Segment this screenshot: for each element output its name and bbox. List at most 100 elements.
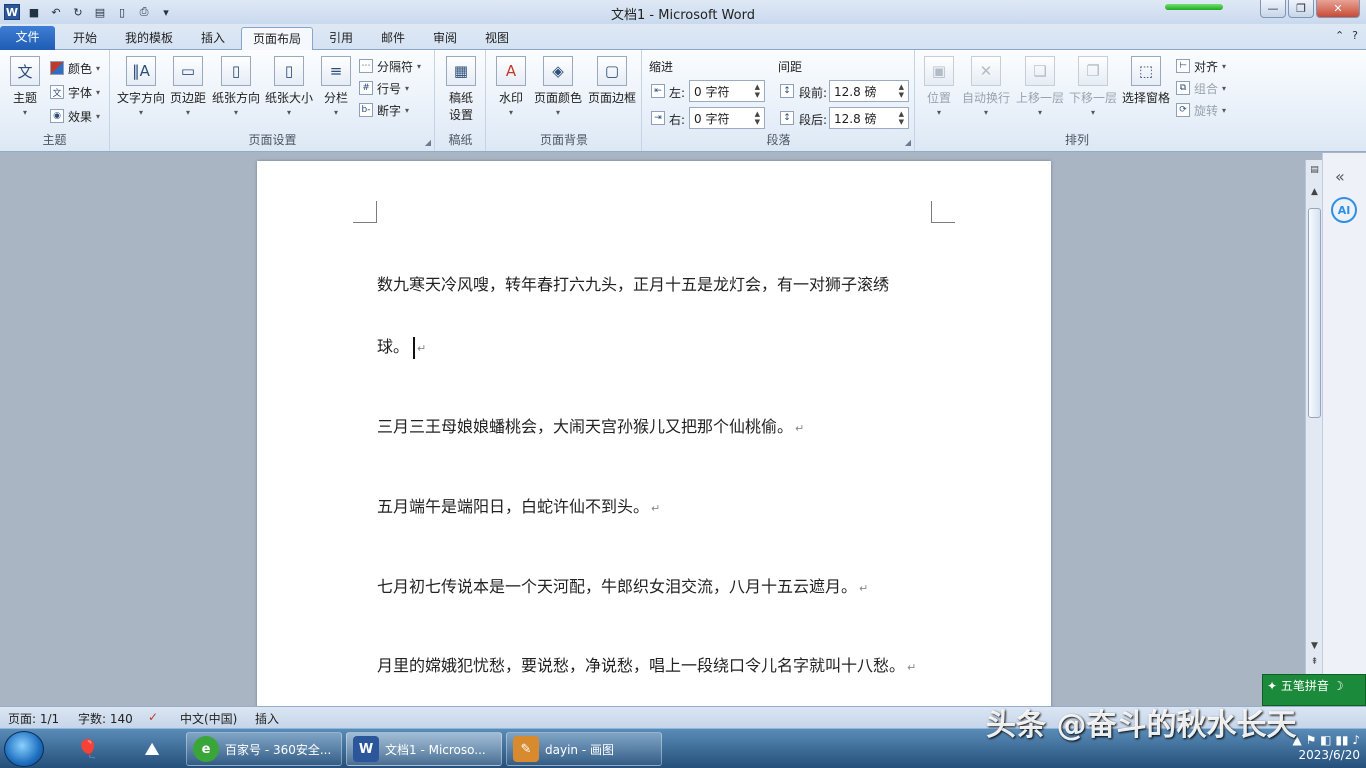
pinned-app-icon[interactable]: 🎈 xyxy=(64,733,112,765)
indent-left-label: 左: xyxy=(669,86,686,100)
scroll-thumb[interactable] xyxy=(1308,208,1321,418)
send-backward-button[interactable]: ❐ 下移一层 ▾ xyxy=(1067,56,1119,117)
indent-label: 缩进 xyxy=(649,60,674,74)
group-label: 页面设置 xyxy=(248,133,297,147)
scroll-up-icon[interactable]: ▲ xyxy=(1307,184,1322,200)
align-icon: ⊢ xyxy=(1176,59,1190,73)
dialog-launcher-icon[interactable]: ◢ xyxy=(905,138,911,147)
margins-icon: ▭ xyxy=(173,56,203,86)
dialog-launcher-icon[interactable]: ◢ xyxy=(425,138,431,147)
start-button[interactable] xyxy=(4,731,44,767)
scroll-down-icon[interactable]: ▼ xyxy=(1307,638,1322,654)
group-page-background: A 水印 ▾ ◈ 页面颜色 ▾ ▢ 页面边框 页面背景 xyxy=(487,50,642,151)
tab-my-templates[interactable]: 我的模板 xyxy=(114,27,184,50)
tab-file[interactable]: 文件 xyxy=(0,26,55,50)
paragraph[interactable]: 五月端午是端阳日，白蛇许仙不到头。 ↵ xyxy=(377,493,660,517)
taskbar-item[interactable]: ✎ dayin - 画图 xyxy=(506,732,662,766)
group-label: 稿纸 xyxy=(448,133,473,147)
vertical-scrollbar[interactable]: ▤ ▲ ▼ ⇞ ● ⇟ xyxy=(1305,160,1322,706)
themes-button[interactable]: 文 主题 ▾ xyxy=(6,56,44,117)
tab-references[interactable]: 引用 xyxy=(320,27,362,50)
spinner-icon[interactable]: ▲ ▼ xyxy=(899,110,904,126)
taskbar-item[interactable]: e 百家号 - 360安全... xyxy=(186,732,342,766)
position-icon: ▣ xyxy=(924,56,954,86)
tab-review[interactable]: 审阅 xyxy=(424,27,466,50)
align-button[interactable]: ⊢ 对齐 ▾ xyxy=(1176,56,1226,76)
columns-button[interactable]: ≡ 分栏 ▾ xyxy=(319,56,353,117)
rotate-button[interactable]: ⟳ 旋转 ▾ xyxy=(1176,100,1226,120)
paragraph-mark-icon: ↵ xyxy=(417,342,427,355)
tab-mailings[interactable]: 邮件 xyxy=(372,27,414,50)
tab-insert[interactable]: 插入 xyxy=(192,27,234,50)
ribbon: 文 主题 ▾ 颜色 ▾ 文 字体 ▾ ◉ 效果 ▾ 主题 ‖A 文字方向 ▾ ▭ 页边距… xyxy=(0,50,1366,152)
spinner-icon[interactable]: ▲ ▼ xyxy=(899,83,904,99)
hyphenation-button[interactable]: b- 断字 ▾ xyxy=(359,100,409,120)
wrap-text-button[interactable]: ✕ 自动换行 ▾ xyxy=(960,56,1012,117)
paragraph[interactable]: 月里的嫦娥犯忧愁，要说愁，净说愁，唱上一段绕口令儿名字就叫十八愁。 ↵ xyxy=(377,652,916,676)
close-button[interactable]: ✕ xyxy=(1316,0,1360,18)
line-numbers-button[interactable]: # 行号 ▾ xyxy=(359,78,409,98)
bring-forward-button[interactable]: ❏ 上移一层 ▾ xyxy=(1014,56,1066,117)
paragraph[interactable]: 球。 ↵ xyxy=(377,333,426,359)
ribbon-tabs: 文件 开始 我的模板 插入 页面布局 引用 邮件 审阅 视图 ⌃ ? xyxy=(0,24,1366,50)
position-button[interactable]: ▣ 位置 ▾ xyxy=(922,56,956,117)
page-count[interactable]: 页面: 1/1 xyxy=(8,710,59,727)
spacing-after-field[interactable]: 12.8 磅 ▲ ▼ xyxy=(829,107,909,129)
paragraph[interactable]: 七月初七传说本是一个天河配，牛郎织女泪交流，八月十五云遮月。 ↵ xyxy=(377,573,868,597)
signal-indicator xyxy=(1165,4,1223,10)
text-direction-button[interactable]: ‖A 文字方向 ▾ xyxy=(115,56,167,117)
ai-assistant-icon[interactable]: AI xyxy=(1331,197,1357,223)
indent-right-icon: ⇥ xyxy=(651,111,665,125)
page-borders-button[interactable]: ▢ 页面边框 xyxy=(586,56,638,106)
manuscript-settings-button[interactable]: ▦ 稿纸 设置 xyxy=(444,56,478,123)
spacing-label: 间距 xyxy=(778,60,803,74)
spinner-icon[interactable]: ▲ ▼ xyxy=(755,83,760,99)
indent-left-icon: ⇤ xyxy=(651,84,665,98)
collapse-panel-icon[interactable]: « xyxy=(1335,167,1345,186)
document-page[interactable]: 数九寒天冷风嗖，转年春打六九头，正月十五是龙灯会，有一对狮子滚绣 球。 ↵ 三月三… xyxy=(257,161,1051,706)
pinned-app-icon[interactable]: ⛰ xyxy=(128,733,176,765)
system-tray[interactable]: ▲ ⚑ ◧ ▮▮ ♪ 2023/6/20 xyxy=(1293,733,1360,763)
restore-button[interactable]: ❐ xyxy=(1288,0,1314,18)
fonts-icon: 文 xyxy=(50,85,64,99)
page-borders-icon: ▢ xyxy=(597,56,627,86)
tab-page-layout[interactable]: 页面布局 xyxy=(241,27,313,50)
theme-colors-button[interactable]: 颜色 ▾ xyxy=(50,58,100,78)
page-color-button[interactable]: ◈ 页面颜色 ▾ xyxy=(533,56,583,117)
spacing-before-field[interactable]: 12.8 磅 ▲ ▼ xyxy=(829,80,909,102)
orientation-button[interactable]: ▯ 纸张方向 ▾ xyxy=(211,56,261,117)
indent-left-field[interactable]: 0 字符 ▲ ▼ xyxy=(689,80,765,102)
minimize-ribbon-icon[interactable]: ⌃ xyxy=(1335,29,1344,42)
proofing-icon[interactable]: ✓ xyxy=(148,710,158,724)
watermark-icon: A xyxy=(496,56,526,86)
watermark-button[interactable]: A 水印 ▾ xyxy=(493,56,529,117)
spinner-icon[interactable]: ▲ ▼ xyxy=(755,110,760,126)
paragraph[interactable]: 三月三王母娘娘蟠桃会，大闹天宫孙猴儿又把那个仙桃偷。 ↵ xyxy=(377,413,804,437)
group-label: 段落 xyxy=(766,133,791,147)
tab-home[interactable]: 开始 xyxy=(62,27,108,50)
crop-mark-top-right xyxy=(931,201,955,223)
help-icon[interactable]: ? xyxy=(1352,29,1358,42)
group-objects-button[interactable]: ⧉ 组合 ▾ xyxy=(1176,78,1226,98)
text-cursor xyxy=(413,336,416,359)
word-count[interactable]: 字数: 140 xyxy=(78,710,133,727)
insert-mode[interactable]: 插入 xyxy=(255,710,279,727)
language[interactable]: 中文(中国) xyxy=(180,710,237,727)
theme-effects-button[interactable]: ◉ 效果 ▾ xyxy=(50,106,100,126)
selection-pane-button[interactable]: ⬚ 选择窗格 xyxy=(1120,56,1172,106)
taskbar-item[interactable]: W 文档1 - Microso... xyxy=(346,732,502,766)
size-button[interactable]: ▯ 纸张大小 ▾ xyxy=(264,56,314,117)
tab-view[interactable]: 视图 xyxy=(476,27,518,50)
breaks-button[interactable]: ⋯ 分隔符 ▾ xyxy=(359,56,421,76)
group-manuscript: ▦ 稿纸 设置 稿纸 xyxy=(436,50,486,151)
paragraph[interactable]: 数九寒天冷风嗖，转年春打六九头，正月十五是龙灯会，有一对狮子滚绣 xyxy=(377,271,889,295)
group-arrange: ▣ 位置 ▾ ✕ 自动换行 ▾ ❏ 上移一层 ▾ ❐ 下移一层 ▾ ⬚ 选择窗格 ⊢ 对… xyxy=(916,50,1238,151)
paragraph-mark-icon: ↵ xyxy=(795,422,805,435)
indent-right-field[interactable]: 0 字符 ▲ ▼ xyxy=(689,107,765,129)
minimize-button[interactable]: — xyxy=(1260,0,1286,18)
ruler-toggle-icon[interactable]: ▤ xyxy=(1307,162,1322,178)
theme-fonts-button[interactable]: 文 字体 ▾ xyxy=(50,82,100,102)
margins-button[interactable]: ▭ 页边距 ▾ xyxy=(169,56,207,117)
previous-page-icon[interactable]: ⇞ xyxy=(1307,654,1322,670)
effects-icon: ◉ xyxy=(50,109,64,123)
